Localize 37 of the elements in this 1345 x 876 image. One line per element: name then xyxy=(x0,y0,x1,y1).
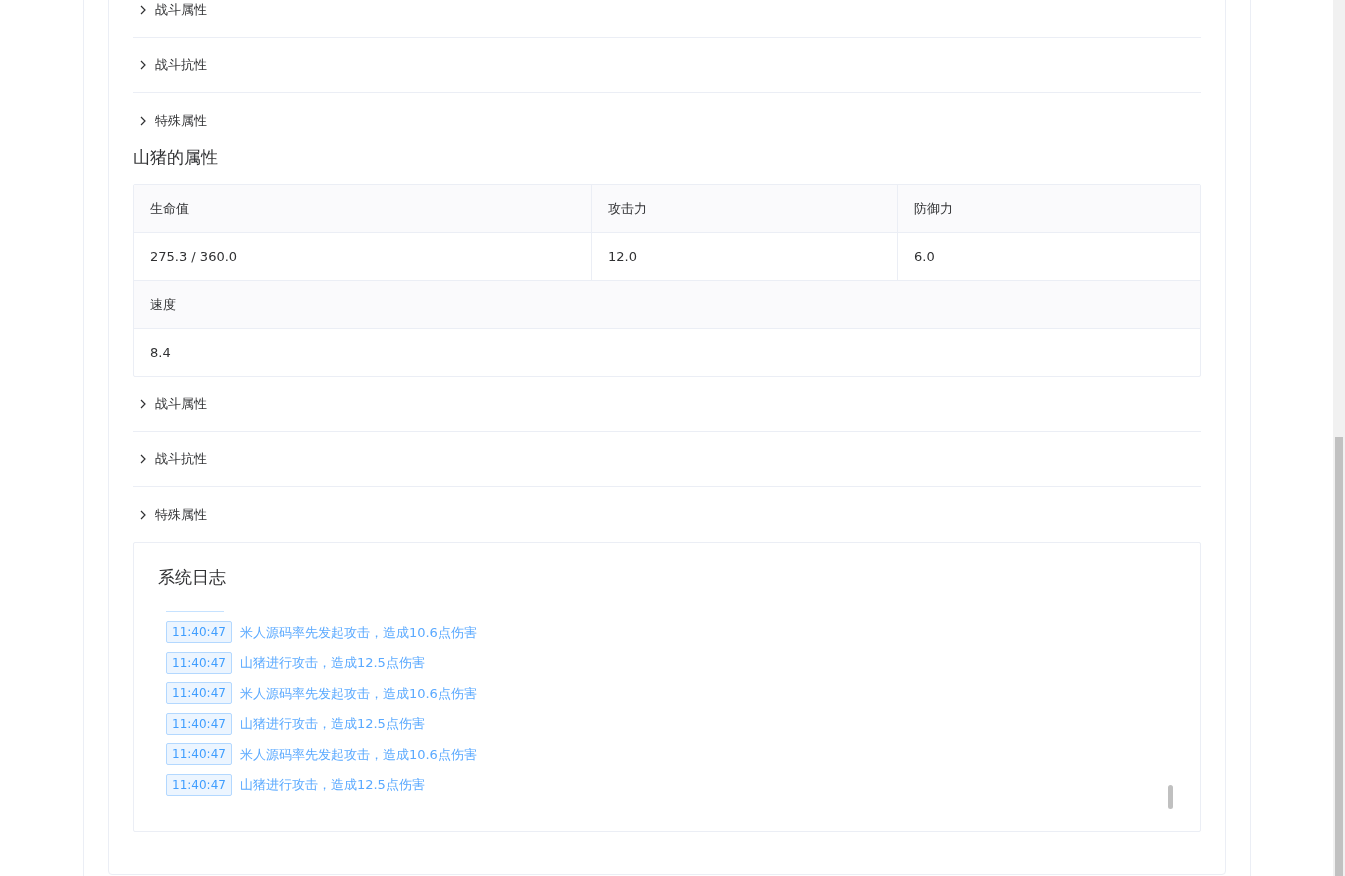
table-cell: 12.0 xyxy=(592,233,898,280)
page-scrollbar[interactable] xyxy=(1333,0,1345,876)
table-label: 生命值 xyxy=(134,185,592,232)
collapse-header[interactable]: 特殊属性 xyxy=(133,93,1201,148)
time-tag: 11:40:47 xyxy=(166,682,232,705)
log-title: 系统日志 xyxy=(158,566,226,589)
log-entry: 米人源码率先发起攻击，造成10.6点伤害 xyxy=(239,684,477,703)
table-label: 攻击力 xyxy=(592,185,898,232)
collapse-header[interactable]: 战斗抗性 xyxy=(133,432,1201,487)
log-entry: 米人源码率先发起攻击，造成10.6点伤害 xyxy=(239,623,477,642)
collapse-header[interactable]: 战斗属性 xyxy=(133,0,1201,38)
collapse-header[interactable]: 战斗抗性 xyxy=(133,38,1201,93)
log-entry: 山猪进行攻击，造成12.5点伤害 xyxy=(239,715,425,733)
table-label: 速度 xyxy=(149,295,177,314)
chevron-icon xyxy=(138,399,148,409)
time-tag: 11:40:47 xyxy=(166,743,232,766)
time-tag: 11:40:47 xyxy=(166,651,232,674)
chevron-icon xyxy=(138,509,148,520)
time-tag: 11:40:47 xyxy=(166,773,232,796)
table-cell-text: 6.0 xyxy=(913,247,936,266)
log-entry: 山猪进行攻击，造成12.5点伤害 xyxy=(239,776,425,794)
collapse-header[interactable]: 战斗属性 xyxy=(133,377,1201,432)
log-entry: 米人源码率先发起攻击，造成10.6点伤害 xyxy=(239,745,477,764)
log-scrollbar-thumb[interactable] xyxy=(1168,785,1173,809)
chevron-icon xyxy=(138,5,148,15)
chevron-icon xyxy=(138,454,148,464)
section-heading: 山猪的属性 xyxy=(133,146,219,170)
time-tag: 11:40:47 xyxy=(166,621,232,644)
table-cell: 275.3 / 360.0 xyxy=(134,233,592,280)
chevron-icon xyxy=(138,60,148,70)
table-label: 防御力 xyxy=(913,199,954,218)
collapse-header[interactable]: 特殊属性 xyxy=(133,487,1201,542)
table-cell-text: 8.4 xyxy=(149,343,172,362)
log-entry: 山猪进行攻击，造成12.5点伤害 xyxy=(239,654,425,672)
time-tag: 11:40:47 xyxy=(166,712,232,735)
chevron-icon xyxy=(138,115,148,126)
scrollbar-thumb[interactable] xyxy=(1335,437,1343,876)
